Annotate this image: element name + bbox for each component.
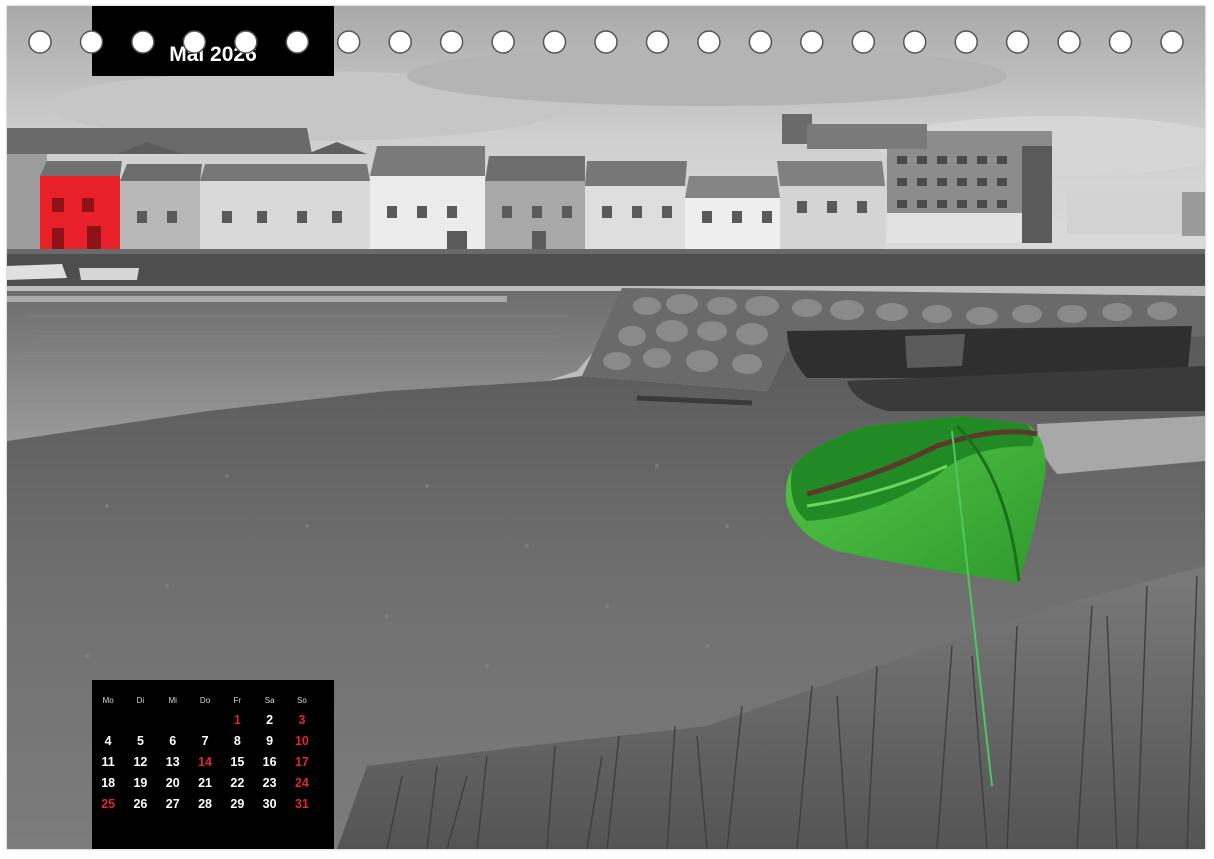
weekday-header-row: Mo Di Mi Do Fr Sa So [92,694,334,707]
binding-hole [336,30,361,54]
binding-hole [748,30,773,54]
weekday-label: Sa [264,696,275,705]
binding-hole [285,30,310,54]
day-cell: 28 [198,796,212,811]
week-row: 1 2 3 [92,709,334,730]
binding-hole [1160,30,1184,54]
binding-hole [439,30,464,54]
day-cell: 25 [101,796,116,811]
week-row: 25 26 27 28 29 30 31 [92,793,334,814]
day-cell: 19 [133,775,148,790]
day-cell: 29 [230,796,245,811]
binding-hole [1057,30,1081,54]
day-cell: 4 [104,733,112,748]
day-cell: 2 [266,712,274,727]
day-cell: 20 [165,775,180,790]
day-cell: 22 [230,775,245,790]
binding-hole [388,30,412,54]
week-row: 4 5 6 7 8 9 10 [92,730,334,751]
binding-hole [594,30,618,54]
day-cell: 7 [201,733,209,748]
binding-hole [542,30,567,54]
day-cell: 17 [294,754,309,769]
week-row: 18 19 20 21 22 23 24 [92,772,334,793]
binding-hole [28,30,52,54]
day-cell: 30 [262,796,277,811]
binding-hole [182,30,207,54]
week-row: 11 12 13 14 15 16 17 [92,751,334,772]
day-cell: 12 [133,754,148,769]
binding-hole [902,30,927,54]
binding-hole [851,30,876,54]
binding-hole [954,30,978,54]
day-cell: 1 [233,712,241,727]
day-cell: 26 [133,796,148,811]
day-cell: 10 [294,733,309,748]
mini-calendar: Mo Di Mi Do Fr Sa So 1 2 3 4 5 6 7 8 9 10 11 12 13 14 15 16 17 1… [92,680,334,849]
weekday-label: So [297,696,307,705]
binding-hole [800,30,824,54]
day-cell: 27 [165,796,180,811]
binding-hole [131,30,155,54]
day-cell: 23 [262,775,277,790]
day-cell: 24 [294,775,309,790]
weekday-label: Fr [233,696,242,705]
day-cell: 8 [233,733,241,748]
binding-hole [234,30,258,54]
day-cell: 18 [101,775,116,790]
day-cell: 6 [169,733,177,748]
day-cell: 31 [294,796,309,811]
day-cell: 5 [136,733,144,748]
weekday-label: Do [199,696,211,705]
day-cell: 21 [198,775,212,790]
weekday-label: Di [136,696,145,705]
binding-hole [645,30,670,54]
calendar-page: Mai 2026 Mo Di Mi Do Fr Sa So 1 2 3 4 5 6 7 8 9 10 11 12 13… [7,6,1205,849]
day-cell: 11 [101,754,115,769]
day-cell: 16 [262,754,277,769]
weekday-label: Mi [168,696,177,705]
calendar-grid: Mo Di Mi Do Fr Sa So 1 2 3 4 5 6 7 8 9 10 11 12 13 14 15 16 17 1… [92,694,334,814]
ring-binding [28,30,1184,54]
binding-hole [1108,30,1133,54]
binding-hole [79,30,104,54]
binding-hole [1005,30,1030,54]
day-cell: 13 [165,754,180,769]
weekday-label: Mo [102,696,114,705]
binding-hole [491,30,515,54]
day-cell: 14 [198,754,212,769]
day-cell: 15 [230,754,245,769]
day-cell: 9 [266,733,274,748]
day-cell: 3 [298,712,306,727]
binding-hole [697,30,721,54]
